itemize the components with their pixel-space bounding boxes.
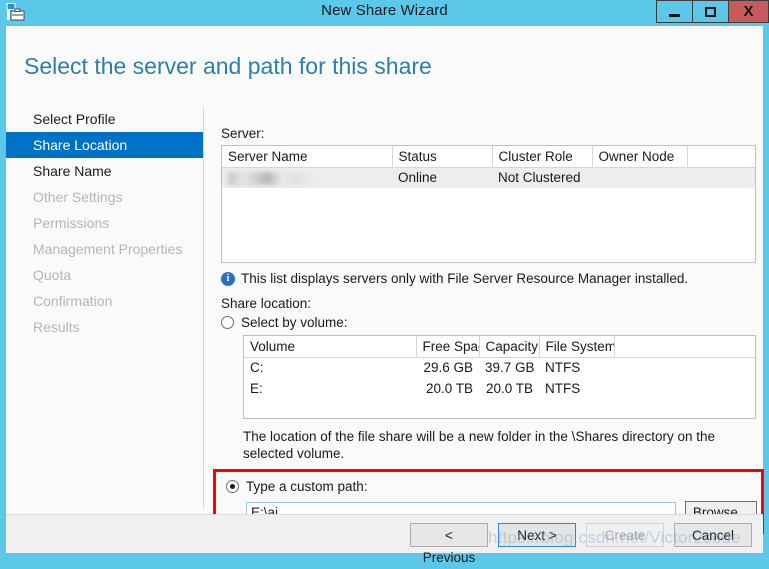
server-list[interactable]: Server Name Status Cluster Role Owner No… xyxy=(221,145,756,263)
window-controls: X xyxy=(656,0,769,23)
select-by-volume-label: Select by volume: xyxy=(241,315,348,330)
sidebar-item-results: Results xyxy=(33,319,80,335)
table-row[interactable]: E: 20.0 TB 20.0 TB NTFS xyxy=(244,378,755,399)
sidebar-item-quota: Quota xyxy=(33,267,72,283)
info-message-text: This list displays servers only with Fil… xyxy=(241,271,689,286)
share-location-content: Server: Server Name Status Cluster Role … xyxy=(221,126,756,462)
maximize-icon xyxy=(705,6,716,17)
sidebar-item-permissions: Permissions xyxy=(33,215,110,231)
cell-spacer xyxy=(614,357,755,378)
previous-button[interactable]: < Previous xyxy=(410,523,488,565)
custom-path-label: Type a custom path: xyxy=(246,479,368,494)
sidebar-item-management-properties: Management Properties xyxy=(33,241,183,257)
cell-cluster-role: Not Clustered xyxy=(492,167,592,188)
table-header-row: Volume Free Space Capacity File System xyxy=(244,336,755,358)
close-icon: X xyxy=(743,3,754,20)
sidebar-divider xyxy=(203,106,204,509)
wizard-footer: < Previous Next > Create Cancel xyxy=(6,514,763,565)
cell-spacer xyxy=(687,167,755,188)
cell-owner-node xyxy=(592,167,687,188)
wizard-panel: Select the server and path for this shar… xyxy=(6,25,764,553)
select-by-volume-radio-row[interactable]: Select by volume: xyxy=(221,315,756,330)
cell-spacer xyxy=(614,378,755,399)
column-header-volume[interactable]: Volume xyxy=(244,336,417,358)
server-table: Server Name Status Cluster Role Owner No… xyxy=(222,146,755,188)
custom-path-radio-row[interactable]: Type a custom path: xyxy=(226,479,761,494)
create-button: Create xyxy=(586,523,664,547)
sidebar-item-other-settings: Other Settings xyxy=(33,189,123,205)
column-header-server-name[interactable]: Server Name xyxy=(222,146,393,168)
table-row[interactable]: Online Not Clustered xyxy=(222,167,755,188)
cell-file-system: NTFS xyxy=(545,360,581,376)
cell-file-system: NTFS xyxy=(545,381,581,396)
minimize-icon xyxy=(669,13,680,17)
column-header-capacity[interactable]: Capacity xyxy=(479,336,540,358)
cell-volume: E: xyxy=(250,381,263,396)
share-location-label: Share location: xyxy=(221,296,312,311)
column-header-file-system[interactable]: File System xyxy=(539,336,615,358)
volume-table: Volume Free Space Capacity File System C… xyxy=(244,336,755,399)
server-info-message: i This list displays servers only with F… xyxy=(221,271,756,286)
redacted-server-name xyxy=(228,172,332,186)
cell-free-space: 29.6 GB xyxy=(423,360,473,376)
cell-free-space: 20.0 TB xyxy=(425,381,473,396)
server-list-empty-area xyxy=(222,188,755,262)
page-title: Select the server and path for this shar… xyxy=(24,53,432,79)
sidebar-item-select-profile[interactable]: Select Profile xyxy=(6,106,203,132)
cell-volume: C: xyxy=(250,360,264,376)
cell-status: Online xyxy=(392,167,492,188)
share-location-helper-text: The location of the file share will be a… xyxy=(243,429,716,461)
volume-list[interactable]: Volume Free Space Capacity File System C… xyxy=(243,335,756,419)
window-title: New Share Wizard xyxy=(321,2,448,19)
cell-capacity: 20.0 TB xyxy=(485,381,533,396)
column-header-spacer xyxy=(687,146,755,168)
column-header-spacer xyxy=(614,336,755,358)
minimize-button[interactable] xyxy=(656,0,692,23)
server-label: Server: xyxy=(221,126,265,141)
title-bar: New Share Wizard X xyxy=(0,0,769,24)
wizard-steps-nav: Select Profile Share Location Share Name… xyxy=(6,106,203,514)
column-header-cluster-role[interactable]: Cluster Role xyxy=(492,146,593,168)
column-header-status[interactable]: Status xyxy=(392,146,493,168)
maximize-button[interactable] xyxy=(692,0,728,23)
cell-capacity: 39.7 GB xyxy=(485,360,535,376)
volume-list-empty-area xyxy=(244,399,755,419)
cell-server-name xyxy=(222,167,392,188)
sidebar-item-share-location[interactable]: Share Location xyxy=(6,132,203,158)
column-header-owner-node[interactable]: Owner Node xyxy=(592,146,688,168)
table-header-row: Server Name Status Cluster Role Owner No… xyxy=(222,146,755,168)
close-button[interactable]: X xyxy=(728,0,769,23)
table-row[interactable]: C: 29.6 GB 39.7 GB NTFS xyxy=(244,357,755,378)
new-share-wizard-window: New Share Wizard X Select the server and… xyxy=(0,0,769,565)
footer-button-group: < Previous Next > Create Cancel xyxy=(410,523,752,565)
select-by-volume-radio[interactable] xyxy=(221,316,234,329)
next-button[interactable]: Next > xyxy=(498,523,576,547)
sidebar-item-confirmation: Confirmation xyxy=(33,293,113,309)
info-icon: i xyxy=(221,272,235,286)
column-header-free-space[interactable]: Free Space xyxy=(416,336,480,358)
cancel-button[interactable]: Cancel xyxy=(674,523,752,547)
custom-path-radio[interactable] xyxy=(226,480,239,493)
sidebar-item-share-name[interactable]: Share Name xyxy=(6,158,203,184)
